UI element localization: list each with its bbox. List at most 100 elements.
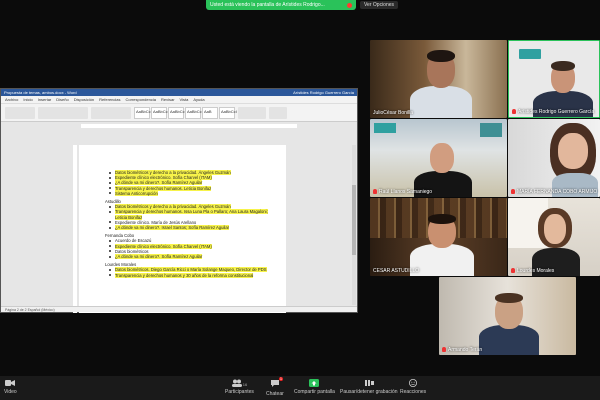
participant-name: JulioCésar Bonilla: [373, 110, 414, 116]
word-menu-item[interactable]: Vista: [180, 97, 189, 102]
ribbon-font[interactable]: [38, 106, 88, 119]
word-scrollbar[interactable]: [352, 145, 356, 305]
reactions-label: Reacciones: [400, 389, 427, 395]
share-screen-label: Compartir pantalla: [294, 389, 335, 395]
document-bullet-text: ¿A dónde va mi dinero?. Sofía Ramírez Ag…: [115, 254, 203, 260]
document-bullet-item: ¿A dónde va mi dinero?. Sofía Ramírez Ag…: [105, 254, 278, 260]
chat-label: Chatear: [266, 391, 284, 397]
video-button[interactable]: Video: [4, 379, 17, 395]
ribbon-style-swatch[interactable]: AaBbCcI: [134, 106, 152, 119]
chat-button[interactable]: 1 Chatear: [266, 377, 284, 397]
ribbon-paragraph[interactable]: [91, 106, 131, 119]
participant-face: [558, 133, 588, 169]
reactions-button[interactable]: Reacciones: [400, 379, 426, 395]
shared-word-window: Propuesta de temas, ambos.docx - Word Ar…: [0, 88, 358, 313]
word-user-name: Arístides Rodrigo Guerrero García: [293, 90, 354, 95]
participant-face: [430, 143, 454, 173]
document-bullet-list: Acuerdo de Escazú Expediente clínico elec…: [105, 238, 278, 260]
participant-name: MARÍA FERNANDA COBO ARMIJO: [511, 189, 597, 195]
word-title-bar: Propuesta de temas, ambos.docx - Word Ar…: [1, 89, 357, 96]
word-ruler: [81, 124, 297, 128]
record-button[interactable]: Pausar/detener grabación: [340, 379, 398, 395]
document-bullet-text: Transparencia y derechos humanos y 30 añ…: [115, 272, 254, 278]
word-menu-item[interactable]: Correspondencia: [126, 97, 156, 102]
participants-count: 16: [242, 381, 248, 387]
zoom-window: Usted está viendo la pantalla de Arístid…: [0, 0, 600, 400]
document-bullet-text: Sistema Anticorrupción: [115, 190, 158, 196]
info-logo: [374, 123, 396, 133]
ribbon-style-swatch[interactable]: AaBbCcI: [219, 106, 237, 119]
document-bullet-item: ¿A dónde va mi dinero?. Israel Santos; S…: [105, 225, 278, 231]
chat-unread-badge: 1: [278, 377, 283, 381]
word-ribbon: AaBbCcI AaBbCcI AaBbCc AaBbCc AaB AaBbCcI: [1, 104, 357, 122]
document-bullet-list: Datos biométricos. Diego García Ricci o …: [105, 267, 278, 278]
muted-mic-icon: [373, 189, 377, 194]
video-camera-icon: [5, 380, 16, 386]
ribbon-editing[interactable]: [238, 106, 266, 119]
word-status-text: Página 2 de 2 Español (México): [5, 307, 55, 312]
video-tile-active[interactable]: Arístides Rodrigo Guerrero García: [508, 40, 600, 118]
view-options-button[interactable]: Ver Opciones: [360, 1, 399, 9]
participant-name: Lourdes Morales: [511, 268, 554, 274]
share-screen-button[interactable]: Compartir pantalla: [294, 379, 335, 395]
video-tile[interactable]: CESAR ASTUDILLO: [370, 198, 507, 276]
video-tile[interactable]: Raúl Llanos Samaniego: [370, 119, 507, 197]
participants-label: Participantes: [225, 389, 254, 395]
stop-share-icon[interactable]: [347, 2, 352, 8]
hair: [427, 50, 455, 62]
smiley-icon: [409, 379, 418, 387]
video-tile[interactable]: JulioCésar Bonilla: [370, 40, 507, 118]
video-label: Video: [4, 389, 17, 395]
hair: [495, 293, 523, 303]
video-tile[interactable]: MARÍA FERNANDA COBO ARMIJO: [508, 119, 600, 197]
ribbon-style-swatch[interactable]: AaB: [202, 106, 218, 119]
ribbon-style-swatch[interactable]: AaBbCcI: [151, 106, 169, 119]
screen-share-banner[interactable]: Usted está viendo la pantalla de Arístid…: [206, 0, 356, 10]
word-menu-item[interactable]: Disposición: [74, 97, 94, 102]
participant-video: [410, 86, 472, 118]
muted-mic-icon: [442, 347, 446, 352]
pause-stop-icon: [364, 380, 374, 386]
word-status-bar: Página 2 de 2 Español (México): [1, 306, 357, 312]
participants-icon: [231, 379, 242, 387]
ribbon-style-swatch[interactable]: AaBbCc: [185, 106, 202, 119]
video-tile[interactable]: Lourdes Morales: [508, 198, 600, 276]
muted-mic-icon: [512, 109, 516, 114]
ribbon-styles: AaBbCcI AaBbCcI AaBbCc AaBbCc AaB AaBbCcI: [134, 106, 237, 119]
word-document-title: Propuesta de temas, ambos.docx - Word: [4, 90, 77, 95]
info-logo: [519, 49, 541, 59]
document-bullet-text: ¿A dónde va mi dinero?. Israel Santos; S…: [115, 225, 230, 231]
participants-button[interactable]: 16 Participantes: [225, 379, 254, 395]
muted-mic-icon: [511, 189, 515, 194]
word-vertical-ruler: [73, 145, 77, 313]
word-menu-item[interactable]: Referencias: [99, 97, 120, 102]
word-menu-item[interactable]: Diseño: [56, 97, 68, 102]
word-menu-item[interactable]: Ayuda: [193, 97, 204, 102]
word-menu-bar: Archivo Inicio Insertar Diseño Disposición Re…: [1, 96, 357, 104]
participants-icon-row: 16: [231, 379, 248, 389]
document-page[interactable]: Datos biométricos y derecho a la privaci…: [79, 145, 286, 313]
share-screen-icon: [309, 379, 320, 387]
document-bullet-item: Transparencia y derechos humanos y 30 añ…: [105, 272, 278, 278]
video-tile[interactable]: Armando Terán: [439, 277, 576, 355]
meeting-toolbar: Video 16 Participantes 1 Chatear Compart…: [0, 376, 600, 400]
participant-video: [479, 325, 539, 355]
muted-mic-icon: [511, 268, 515, 273]
ribbon-dictate[interactable]: [269, 106, 287, 119]
document-bullet-item: Sistema Anticorrupción: [105, 190, 278, 196]
participant-name: Arístides Rodrigo Guerrero García: [512, 109, 594, 115]
ribbon-style-swatch[interactable]: AaBbCc: [168, 106, 185, 119]
word-menu-item[interactable]: Archivo: [5, 97, 18, 102]
chat-icon: [270, 380, 279, 387]
document-bullet-item: Transparencia y derechos humanos. Issa L…: [105, 209, 278, 220]
word-menu-item[interactable]: Inicio: [23, 97, 32, 102]
participant-face: [544, 214, 566, 244]
participant-video: [410, 244, 474, 276]
participant-name: Raúl Llanos Samaniego: [373, 189, 432, 195]
hair: [551, 61, 575, 71]
share-banner-text: Usted está viendo la pantalla de Arístid…: [210, 2, 325, 8]
word-menu-item[interactable]: Revisar: [161, 97, 175, 102]
ribbon-clipboard[interactable]: [5, 106, 35, 119]
word-menu-item[interactable]: Insertar: [38, 97, 52, 102]
word-scroll-thumb[interactable]: [352, 185, 356, 255]
